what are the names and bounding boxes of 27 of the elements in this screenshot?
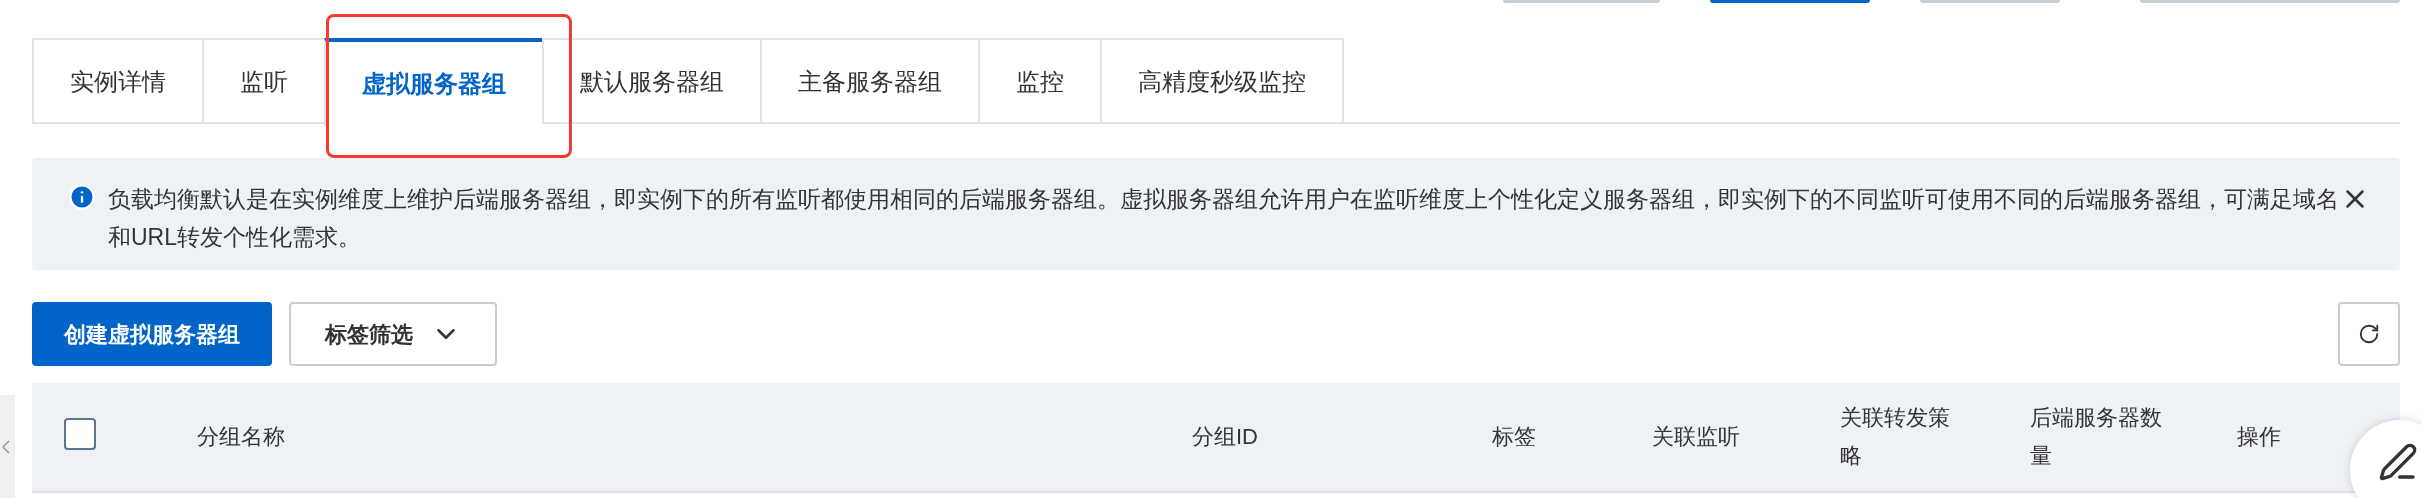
- top-button[interactable]: [2140, 0, 2400, 3]
- top-button[interactable]: [1503, 0, 1660, 3]
- refresh-icon: [2358, 323, 2380, 345]
- info-icon: [68, 183, 96, 211]
- filter-dropdown[interactable]: 标签筛选: [289, 302, 497, 366]
- tab[interactable]: 实例详情: [32, 38, 202, 124]
- column-header: 后端服务器数量: [2030, 404, 2163, 470]
- column-header: 关联监听: [1652, 423, 1741, 451]
- chevron-left-icon: [2, 439, 10, 454]
- column-header: 分组名称: [197, 423, 286, 451]
- top-button[interactable]: [1710, 0, 1870, 3]
- notice-text: 负载均衡默认是在实例维度上维护后端服务器组，即实例下的所有监听都使用相同的后端服务器组。虚拟服务器组允许用户在监听维度上个性化定义服务器组，即实例下的不同监听可使用不同的后端服务器组，可满足域名和URL转发个性化需求。: [108, 185, 2340, 252]
- column-header: 关联转发策略: [1840, 404, 1951, 470]
- column-header: 标签: [1492, 423, 1537, 451]
- pen-icon: [2378, 442, 2418, 482]
- refresh-button[interactable]: [2338, 302, 2400, 366]
- create-button[interactable]: 创建虚拟服务器组: [32, 302, 272, 366]
- column-header: 操作: [2237, 423, 2282, 451]
- side-collapse-tab[interactable]: [0, 395, 15, 498]
- tab[interactable]: 监控: [978, 38, 1100, 124]
- tab[interactable]: 默认服务器组: [542, 38, 760, 124]
- tab[interactable]: 高精度秒级监控: [1100, 38, 1344, 124]
- tab[interactable]: 主备服务器组: [760, 38, 978, 124]
- column-header: 分组ID: [1192, 423, 1259, 451]
- top-button[interactable]: [1920, 0, 2060, 3]
- select-all-checkbox[interactable]: [64, 417, 96, 450]
- tab[interactable]: 虚拟服务器组: [324, 38, 542, 126]
